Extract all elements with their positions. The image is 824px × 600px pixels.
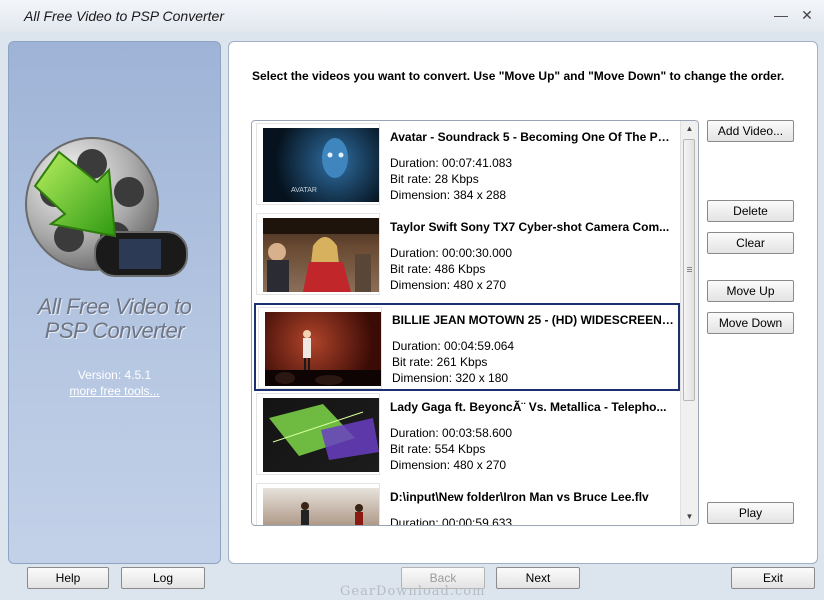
help-button[interactable]: Help xyxy=(27,567,109,589)
main-panel: Select the videos you want to convert. U… xyxy=(228,41,818,564)
video-thumbnail xyxy=(256,483,380,525)
video-list-item[interactable]: AVATAR Avatar - Soundrack 5 - Becoming O… xyxy=(256,123,677,207)
version-label: Version: 4.5.1 xyxy=(77,368,152,382)
clear-button[interactable]: Clear xyxy=(707,232,794,254)
video-duration: Duration: 00:07:41.083 xyxy=(390,156,513,170)
exit-button[interactable]: Exit xyxy=(731,567,815,589)
video-list-item[interactable]: Taylor Swift Sony TX7 Cyber-shot Camera … xyxy=(256,213,677,297)
add-video-button[interactable]: Add Video... xyxy=(707,120,794,142)
film-reel-arrow-psp-icon xyxy=(25,137,188,277)
video-duration: Duration: 00:00:59.633 xyxy=(390,516,513,526)
video-dimension: Dimension: 480 x 270 xyxy=(390,278,507,292)
app-name-line1: All Free Video to xyxy=(37,294,192,319)
video-bitrate: Bit rate: 28 Kbps xyxy=(390,172,479,186)
thumbnail-caption: AVATAR xyxy=(291,187,317,194)
video-dimension: Dimension: 384 x 288 xyxy=(390,188,507,202)
video-list-scrollbar[interactable]: ▲ ▼ xyxy=(680,121,698,525)
video-thumbnail xyxy=(256,213,380,295)
video-thumbnail xyxy=(258,307,382,389)
scroll-down-arrow-icon[interactable]: ▼ xyxy=(681,509,698,525)
video-thumbnail xyxy=(256,393,380,475)
video-bitrate: Bit rate: 486 Kbps xyxy=(390,262,486,276)
video-name: BILLIE JEAN MOTOWN 25 - (HD) WIDESCREEN.… xyxy=(392,313,674,327)
video-list-item[interactable]: D:\input\New folder\Iron Man vs Bruce Le… xyxy=(256,483,677,526)
watermark: GearDownload.com xyxy=(340,584,486,599)
video-list-item[interactable]: Lady Gaga ft. BeyoncÃ¨ Vs. Metallica - T… xyxy=(256,393,677,477)
minimize-button[interactable]: — xyxy=(772,6,790,24)
log-button[interactable]: Log xyxy=(121,567,205,589)
move-down-button[interactable]: Move Down xyxy=(707,312,794,334)
video-dimension: Dimension: 320 x 180 xyxy=(392,371,509,385)
close-button[interactable]: ✕ xyxy=(798,6,816,24)
title-bar: All Free Video to PSP Converter — ✕ xyxy=(0,0,824,32)
next-button[interactable]: Next xyxy=(496,567,580,589)
video-duration: Duration: 00:00:30.000 xyxy=(390,246,513,260)
play-button[interactable]: Play xyxy=(707,502,794,524)
video-bitrate: Bit rate: 554 Kbps xyxy=(390,442,486,456)
instructions-text: Select the videos you want to convert. U… xyxy=(252,69,785,83)
video-list[interactable]: AVATAR Avatar - Soundrack 5 - Becoming O… xyxy=(251,120,699,526)
scroll-up-arrow-icon[interactable]: ▲ xyxy=(681,121,698,137)
video-name: Avatar - Soundrack 5 - Becoming One Of T… xyxy=(390,130,672,144)
video-thumbnail: AVATAR xyxy=(256,123,380,205)
move-up-button[interactable]: Move Up xyxy=(707,280,794,302)
more-free-tools-link[interactable]: more free tools... xyxy=(9,384,220,398)
video-duration: Duration: 00:03:58.600 xyxy=(390,426,513,440)
video-name: Lady Gaga ft. BeyoncÃ¨ Vs. Metallica - T… xyxy=(390,400,667,414)
app-name-line2: PSP Converter xyxy=(44,318,185,343)
video-bitrate: Bit rate: 261 Kbps xyxy=(392,355,488,369)
delete-button[interactable]: Delete xyxy=(707,200,794,222)
window-title: All Free Video to PSP Converter xyxy=(24,8,224,24)
video-list-item-selected[interactable]: BILLIE JEAN MOTOWN 25 - (HD) WIDESCREEN.… xyxy=(254,303,680,391)
sidebar-panel: All Free Video to PSP Converter Version:… xyxy=(8,41,221,564)
scrollbar-thumb[interactable] xyxy=(683,139,695,401)
video-name: Taylor Swift Sony TX7 Cyber-shot Camera … xyxy=(390,220,670,234)
video-name: D:\input\New folder\Iron Man vs Bruce Le… xyxy=(390,490,649,504)
video-duration: Duration: 00:04:59.064 xyxy=(392,339,515,353)
video-dimension: Dimension: 480 x 270 xyxy=(390,458,507,472)
